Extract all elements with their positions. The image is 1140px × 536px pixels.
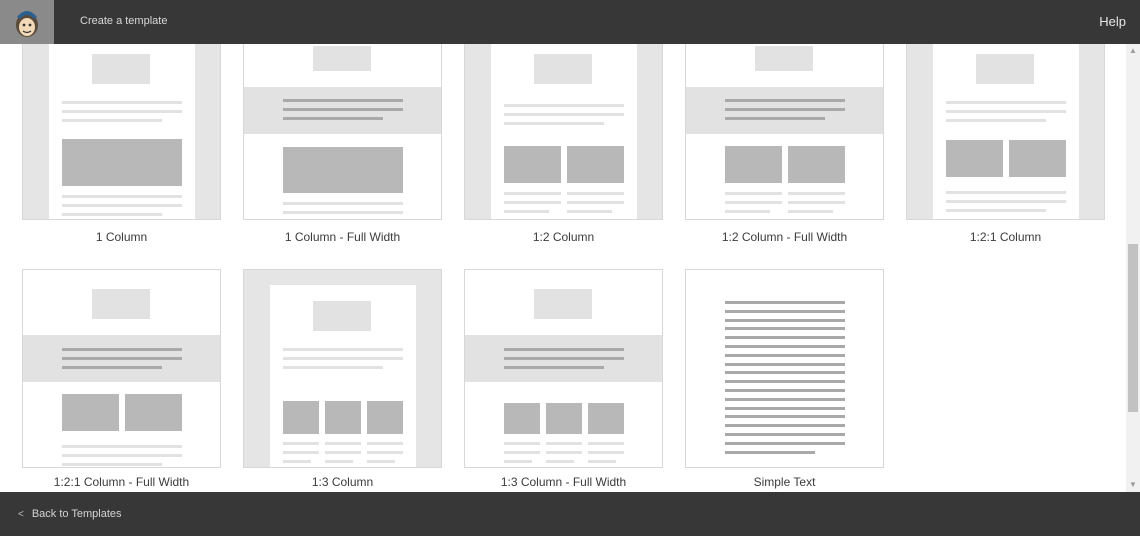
page-title: Create a template (80, 15, 168, 27)
back-to-templates-link[interactable]: < Back to Templates (18, 508, 122, 520)
text-line-placeholder (725, 441, 845, 445)
top-bar: Create a template Help (0, 0, 1140, 44)
template-thumbnail (685, 269, 884, 468)
template-thumbnail (906, 44, 1105, 220)
template-label: 1 Column (95, 230, 148, 244)
template-label: 1:2 Column (532, 230, 595, 244)
text-line-placeholder (725, 345, 845, 348)
logo[interactable] (0, 0, 54, 44)
template-label: 1:3 Column - Full Width (500, 475, 627, 489)
text-line-placeholder (725, 309, 845, 313)
vertical-scrollbar[interactable]: ▲ ▼ (1126, 44, 1140, 492)
template-thumbnail (243, 44, 442, 220)
template-thumbnail (243, 269, 442, 468)
text-line-placeholder (725, 301, 845, 304)
text-line-placeholder (725, 362, 845, 366)
bottom-bar: < Back to Templates (0, 492, 1140, 536)
text-line-placeholder (725, 380, 845, 384)
text-line-placeholder (725, 450, 815, 454)
text-line-placeholder (725, 353, 845, 357)
template-label: 1:3 Column (311, 475, 374, 489)
template-label: 1:2:1 Column - Full Width (53, 475, 190, 489)
template-thumbnail (464, 44, 663, 220)
text-line-placeholder (725, 389, 845, 392)
help-link[interactable]: Help (1099, 14, 1126, 29)
scroll-up-arrow-icon[interactable]: ▲ (1126, 44, 1140, 58)
text-line-placeholder (725, 433, 845, 436)
template-label: 1 Column - Full Width (284, 230, 401, 244)
text-line-placeholder (725, 371, 845, 375)
template-thumbnail (22, 269, 221, 468)
template-label: 1:2:1 Column (969, 230, 1042, 244)
template-label: Simple Text (753, 475, 816, 489)
text-line-placeholder (725, 424, 845, 428)
template-thumbnail (22, 44, 221, 220)
mailchimp-freddie-icon (16, 11, 38, 37)
template-label: 1:2 Column - Full Width (721, 230, 848, 244)
text-line-placeholder (725, 327, 845, 331)
template-gallery: 1 Column 1 Column - Full Width 1:2 Colum… (0, 44, 1126, 492)
text-line-placeholder (725, 336, 845, 340)
chevron-left-icon: < (18, 509, 24, 520)
text-line-placeholder (725, 397, 845, 401)
scroll-down-arrow-icon[interactable]: ▼ (1126, 478, 1140, 492)
scrollbar-thumb[interactable] (1128, 244, 1138, 412)
text-line-placeholder (725, 415, 845, 419)
back-to-templates-label: Back to Templates (31, 508, 122, 520)
text-line-placeholder (725, 318, 845, 322)
text-line-placeholder (725, 406, 845, 410)
template-thumbnail (685, 44, 884, 220)
template-thumbnail (464, 269, 663, 468)
